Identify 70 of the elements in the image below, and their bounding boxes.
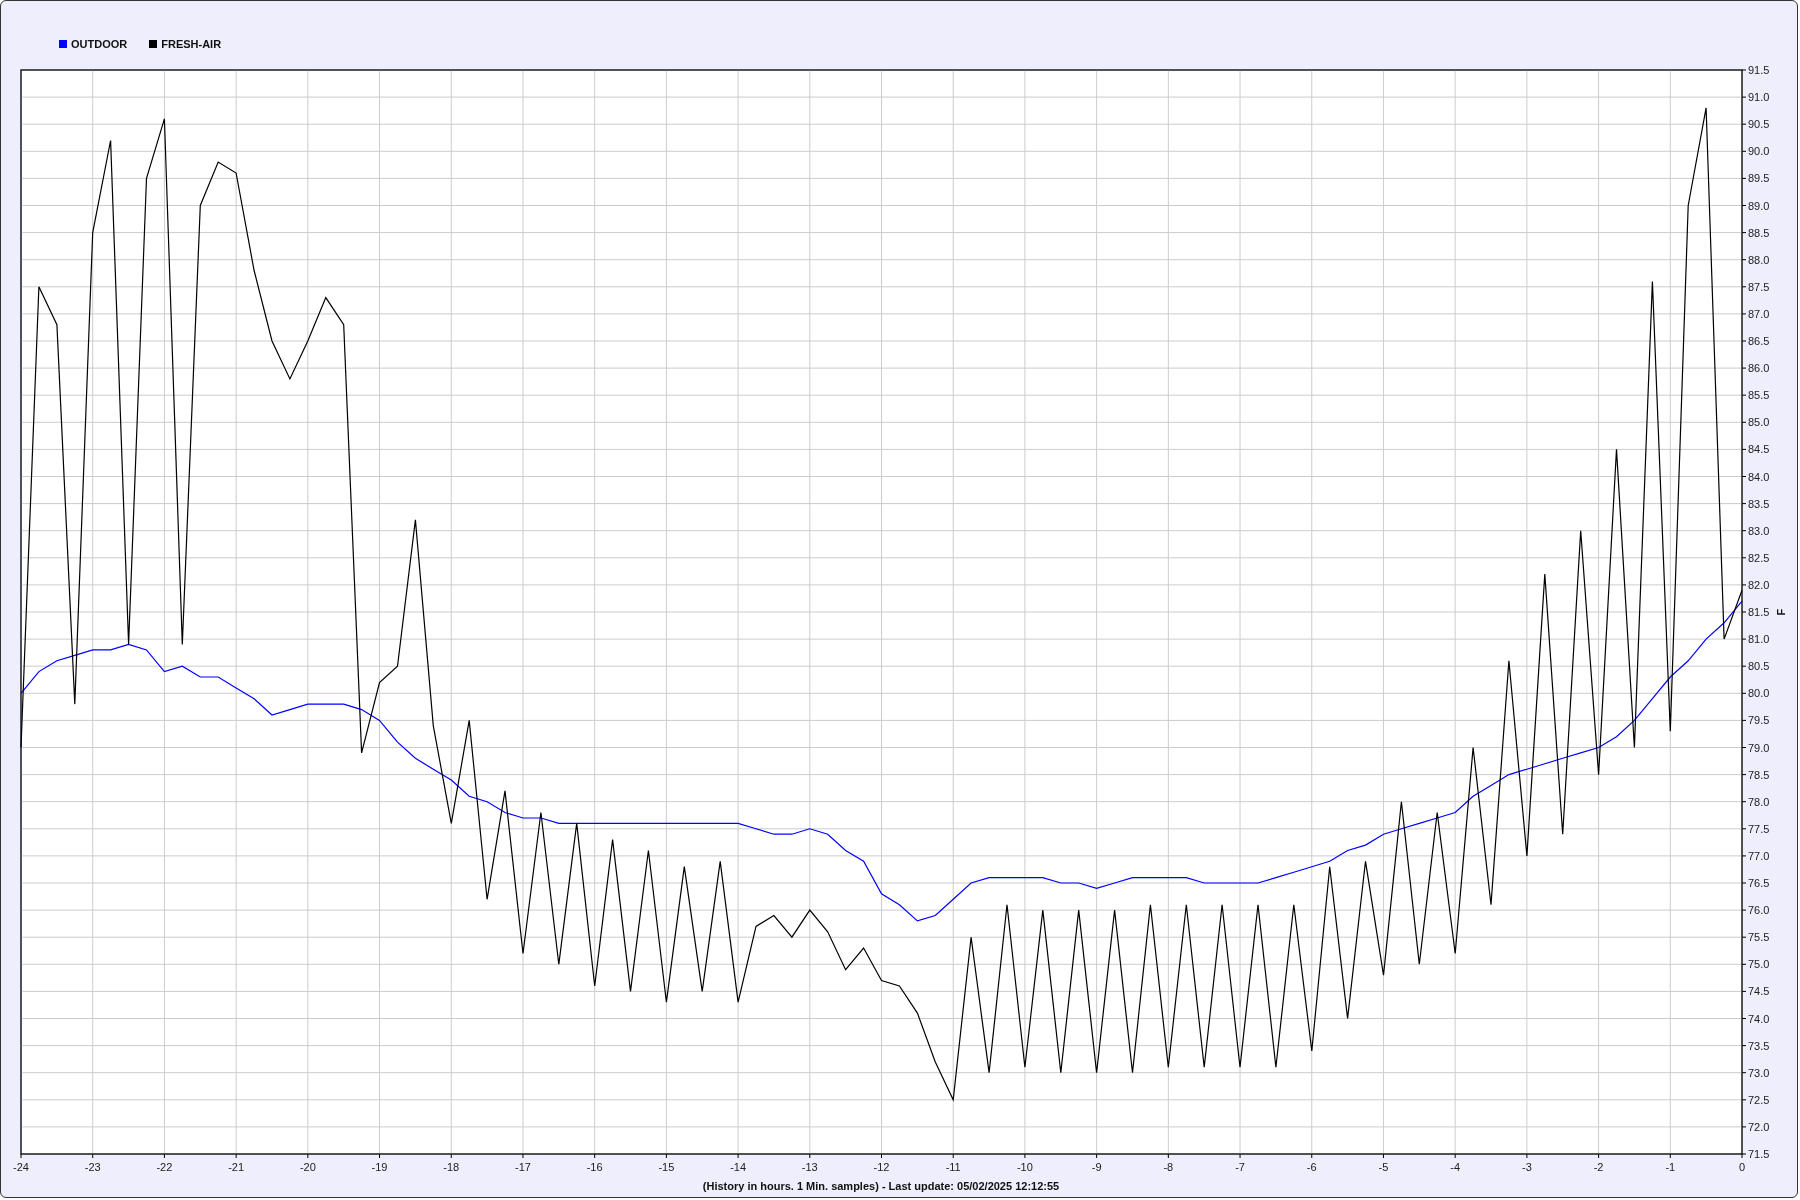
y-tick-label: 86.5: [1748, 335, 1770, 347]
y-tick-label: 84.5: [1748, 443, 1770, 456]
x-tick-label: -12: [873, 1161, 890, 1173]
y-tick-label: 74.0: [1748, 1012, 1770, 1025]
x-tick-label: -11: [945, 1161, 961, 1173]
y-tick-label: 78.0: [1748, 795, 1770, 808]
x-tick-label: -7: [1235, 1161, 1245, 1173]
y-tick-label: 91.0: [1748, 91, 1770, 104]
y-tick-label: 82.0: [1748, 578, 1770, 591]
x-tick-label: -1: [1665, 1161, 1676, 1173]
y-tick-label: 90.5: [1748, 118, 1770, 131]
y-tick-label: 82.5: [1748, 551, 1770, 564]
x-tick-label: -19: [371, 1161, 388, 1173]
x-tick-label: -24: [13, 1161, 29, 1173]
y-tick-label: 71.5: [1748, 1148, 1770, 1160]
y-tick-label: 81.5: [1748, 606, 1770, 618]
x-tick-label: -9: [1091, 1161, 1102, 1173]
y-tick-label: 89.5: [1748, 172, 1770, 185]
y-tick-label: 87.0: [1748, 307, 1770, 320]
y-tick-label: 75.5: [1748, 931, 1770, 944]
x-tick-label: -22: [156, 1161, 173, 1173]
x-tick-label: -17: [515, 1161, 531, 1173]
y-tick-label: 79.5: [1748, 714, 1770, 727]
x-tick-label: -4: [1450, 1161, 1461, 1173]
y-tick-label: 75.0: [1748, 958, 1770, 971]
x-tick-label: -18: [443, 1161, 460, 1173]
y-tick-label: 84.0: [1748, 470, 1770, 483]
y-tick-label: 72.5: [1748, 1093, 1770, 1106]
x-tick-label: -23: [84, 1161, 101, 1173]
y-tick-label: 91.5: [1748, 64, 1770, 76]
x-tick-label: -5: [1378, 1161, 1389, 1173]
x-tick-label: -13: [801, 1161, 818, 1173]
y-tick-label: 79.0: [1748, 741, 1770, 754]
y-tick-label: 73.0: [1748, 1066, 1770, 1079]
y-axis-label: F: [1775, 608, 1787, 616]
x-tick-label: -16: [586, 1161, 603, 1173]
y-tick-label: 85.0: [1748, 416, 1770, 429]
y-tick-label: 86.0: [1748, 362, 1770, 375]
y-tick-label: 76.5: [1748, 877, 1770, 889]
x-tick-label: -6: [1306, 1161, 1317, 1173]
x-tick-label: -3: [1522, 1161, 1532, 1173]
x-tick-label: -14: [730, 1161, 747, 1173]
y-tick-label: 77.5: [1748, 822, 1770, 835]
y-tick-label: 81.0: [1748, 633, 1770, 646]
y-tick-label: 87.5: [1748, 280, 1770, 293]
x-tick-label: -8: [1163, 1161, 1174, 1173]
y-tick-label: 83.5: [1748, 497, 1770, 510]
x-tick-label: -2: [1593, 1161, 1604, 1173]
y-tick-label: 83.0: [1748, 524, 1770, 537]
y-tick-label: 73.5: [1748, 1039, 1770, 1052]
legend-label: OUTDOOR: [71, 38, 128, 50]
y-tick-label: 89.0: [1748, 199, 1770, 212]
y-tick-label: 80.5: [1748, 660, 1770, 673]
y-tick-label: 76.0: [1748, 904, 1770, 917]
y-tick-label: 74.5: [1748, 985, 1770, 998]
y-tick-label: 78.5: [1748, 768, 1770, 781]
y-tick-label: 72.0: [1748, 1120, 1770, 1133]
x-tick-label: -10: [1016, 1161, 1033, 1173]
x-tick-label: 0: [1738, 1161, 1746, 1173]
y-tick-label: 88.5: [1748, 226, 1770, 239]
x-tick-label: -20: [299, 1161, 316, 1173]
y-tick-label: 80.0: [1748, 687, 1770, 700]
y-tick-label: 90.0: [1748, 145, 1770, 158]
y-tick-label: 88.0: [1748, 253, 1770, 266]
x-tick-label: -15: [658, 1161, 675, 1173]
y-tick-label: 85.5: [1748, 389, 1770, 402]
legend-label: FRESH-AIR: [161, 38, 222, 50]
y-tick-label: 77.0: [1748, 849, 1770, 862]
x-tick-label: -21: [228, 1161, 245, 1173]
x-axis-label: (History in hours. 1 Min. samples) - Last update: 05/02/2025 12:12:55: [702, 1180, 1060, 1192]
